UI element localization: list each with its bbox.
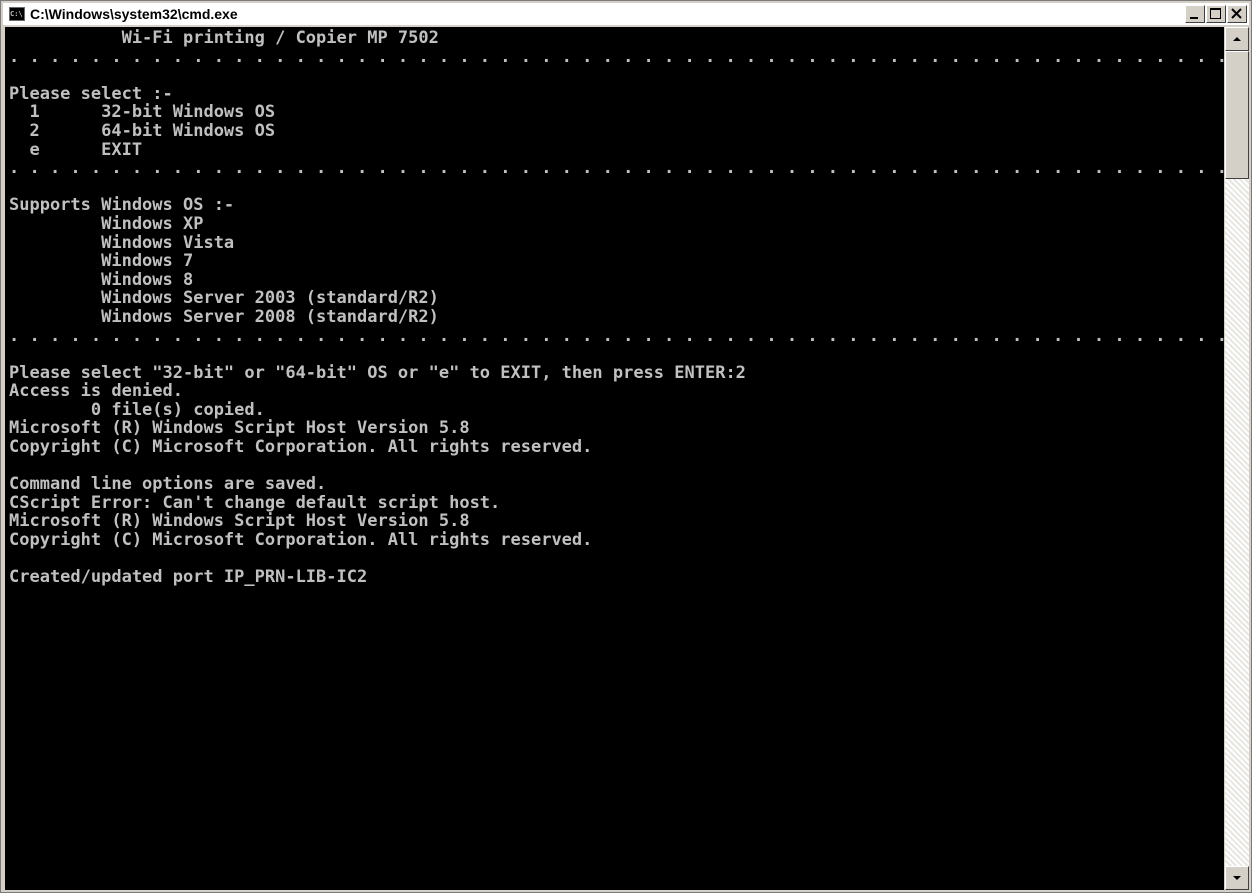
scroll-down-arrow-icon <box>1233 876 1241 880</box>
title-bar[interactable]: C:\. C:\Windows\system32\cmd.exe <box>3 3 1249 25</box>
scroll-down-button[interactable] <box>1225 866 1249 890</box>
console-window: C:\. C:\Windows\system32\cmd.exe <box>0 0 1252 893</box>
scrollbar-thumb[interactable] <box>1225 51 1249 179</box>
maximize-button[interactable] <box>1206 5 1226 23</box>
console-window-icon[interactable]: C:\. <box>9 7 25 21</box>
window-title: C:\Windows\system32\cmd.exe <box>30 6 238 22</box>
vertical-scrollbar[interactable] <box>1225 27 1249 890</box>
maximize-icon <box>1210 8 1221 19</box>
close-icon <box>1231 8 1242 19</box>
scroll-up-button[interactable] <box>1225 27 1249 51</box>
close-button[interactable] <box>1227 5 1247 23</box>
minimize-icon <box>1190 17 1198 19</box>
minimize-button[interactable] <box>1185 5 1205 23</box>
console-output-text: Wi-Fi printing / Copier MP 7502 . . . . … <box>9 28 1224 588</box>
caption-buttons <box>1184 5 1247 23</box>
scroll-up-arrow-icon <box>1233 37 1241 41</box>
console-output-area[interactable]: Wi-Fi printing / Copier MP 7502 . . . . … <box>5 27 1224 890</box>
